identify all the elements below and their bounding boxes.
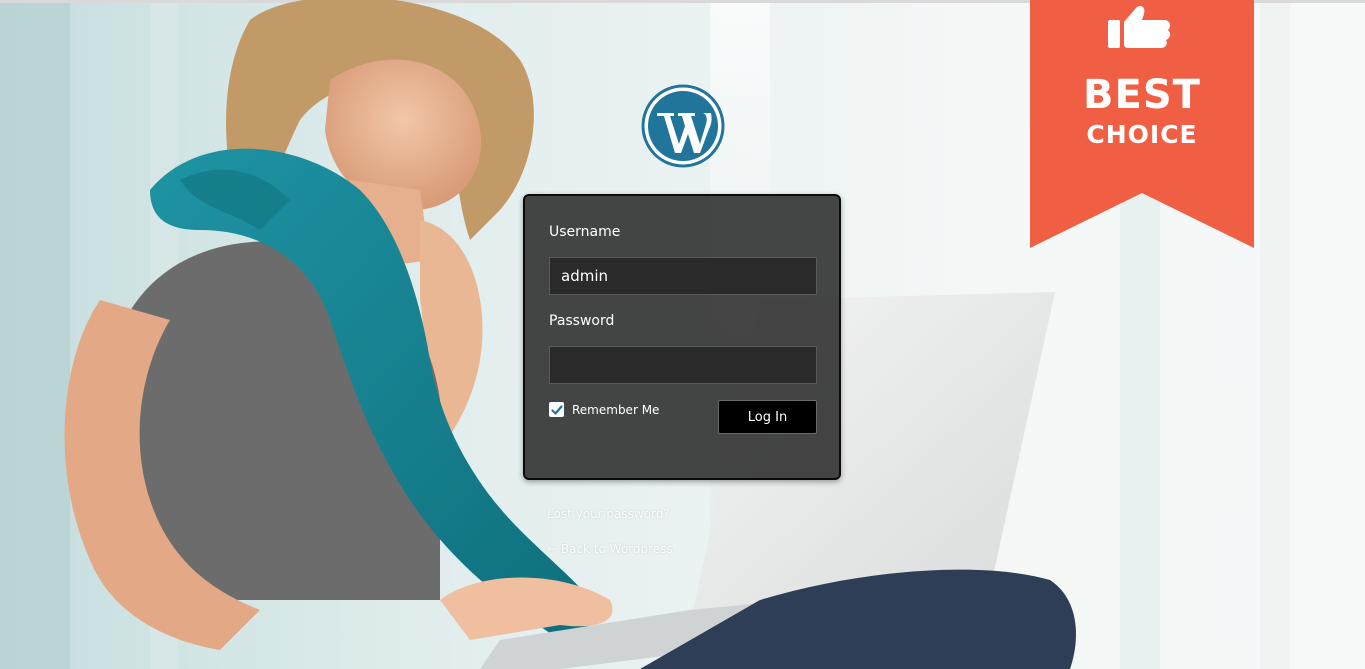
badge-line-best: BEST — [1083, 72, 1201, 118]
badge-line-choice: CHOICE — [1086, 120, 1198, 149]
username-input[interactable] — [549, 257, 817, 295]
wordpress-logo-icon[interactable] — [640, 83, 726, 169]
remember-me-checkbox[interactable]: Remember Me — [549, 402, 659, 417]
username-label: Username — [549, 224, 621, 240]
login-form: Username Password Remember Me Log In — [523, 194, 841, 480]
thumbs-up-icon — [1108, 6, 1171, 48]
back-to-site-link[interactable]: ← Back to Wordpress — [547, 542, 673, 556]
password-label: Password — [549, 313, 615, 329]
check-icon — [550, 404, 563, 415]
lost-password-link[interactable]: Lost your password? — [547, 507, 670, 521]
password-input[interactable] — [549, 346, 817, 384]
remember-me-label: Remember Me — [572, 402, 660, 417]
login-button[interactable]: Log In — [718, 400, 817, 434]
checkbox-box[interactable] — [549, 402, 564, 417]
login-page: BEST CHOICE Username Password Remember M… — [0, 0, 1365, 669]
